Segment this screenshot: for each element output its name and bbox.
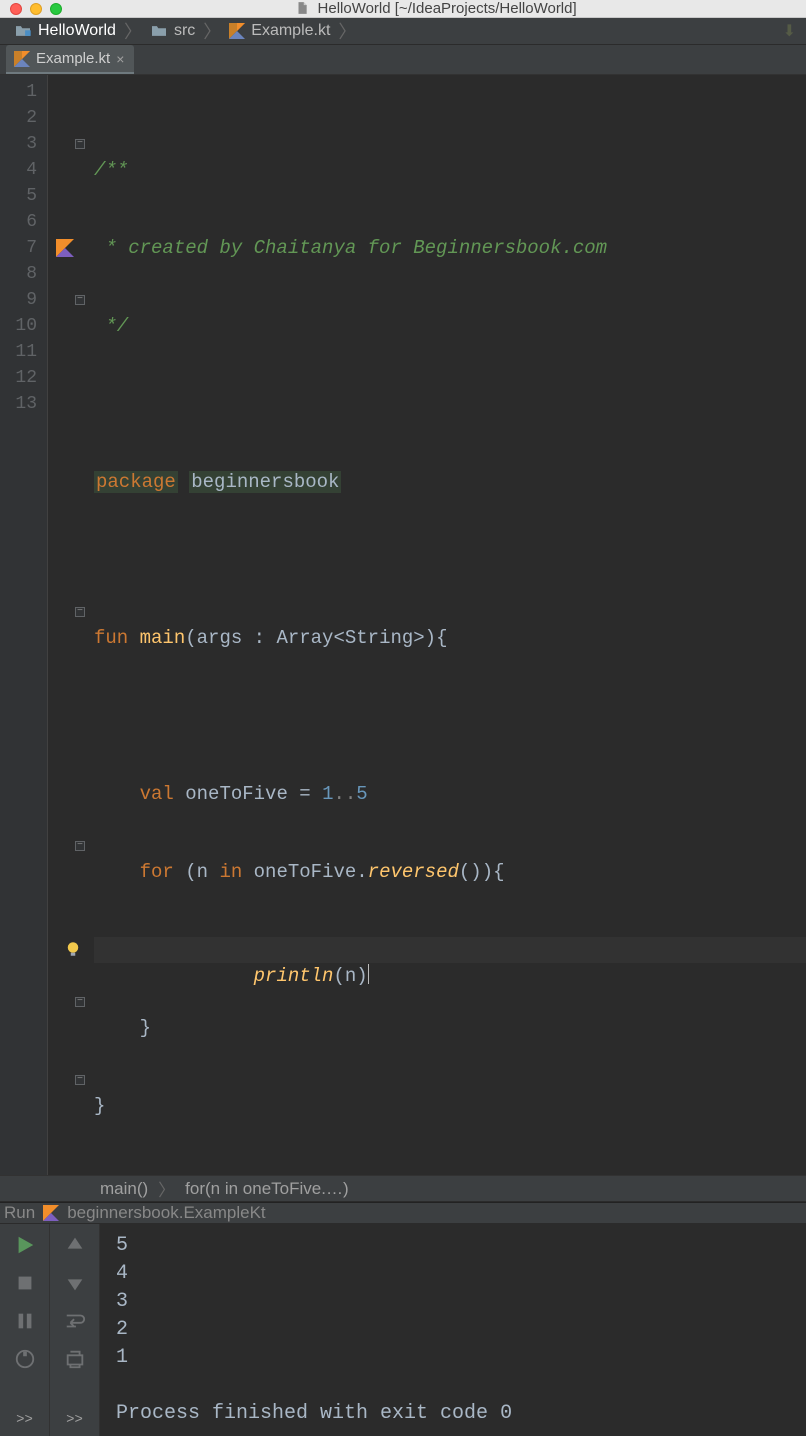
rerun-icon[interactable]	[14, 1234, 36, 1256]
fold-toggle-icon[interactable]: −	[75, 139, 85, 149]
scroll-up-icon[interactable]	[64, 1234, 86, 1256]
line-number: 3	[6, 131, 37, 157]
close-window-button[interactable]	[10, 3, 22, 15]
fold-toggle-icon[interactable]: −	[75, 607, 85, 617]
line-number: 2	[6, 105, 37, 131]
console-line: 1	[116, 1346, 128, 1369]
fold-end-icon[interactable]: −	[75, 997, 85, 1007]
line-number: 10	[6, 313, 37, 339]
code-line[interactable]: * created by Chaitanya for Beginnersbook…	[94, 235, 806, 261]
breadcrumb-file[interactable]: Example.kt	[225, 22, 334, 40]
code-line[interactable]: package beginnersbook	[94, 469, 806, 495]
code-line[interactable]: for (n in oneToFive.reversed()){	[94, 859, 806, 885]
navigation-breadcrumb: HelloWorld 〉 src 〉 Example.kt 〉 ⬇	[0, 18, 806, 45]
run-config-name: beginnersbook.ExampleKt	[67, 1203, 265, 1223]
code-line[interactable]: val oneToFive = 1..5	[94, 781, 806, 807]
run-toolbar-left: >>	[0, 1224, 50, 1436]
breadcrumb-file-label: Example.kt	[251, 22, 330, 40]
document-icon	[295, 1, 309, 15]
dump-threads-icon[interactable]	[14, 1348, 36, 1370]
line-number: 6	[6, 209, 37, 235]
kotlin-file-icon	[14, 51, 30, 67]
line-number: 7	[6, 235, 37, 261]
line-number: 12	[6, 365, 37, 391]
zoom-window-button[interactable]	[50, 3, 62, 15]
code-line[interactable]: /**	[94, 157, 806, 183]
code-editor[interactable]: 1 2 3 4 5 6 7 8 9 10 11 12 13 − − −	[0, 75, 806, 1175]
scroll-down-icon[interactable]	[64, 1272, 86, 1294]
breadcrumb-project-label: HelloWorld	[38, 22, 116, 40]
console-line: 5	[116, 1234, 128, 1257]
code-structure-breadcrumb: main() 〉 for(n in oneToFive.…)	[0, 1175, 806, 1202]
code-breadcrumb-item[interactable]: main()	[100, 1179, 148, 1199]
run-label: Run	[4, 1203, 35, 1223]
code-line[interactable]	[94, 547, 806, 573]
code-line[interactable]: */	[94, 313, 806, 339]
console-line: 4	[116, 1262, 128, 1285]
minimize-window-button[interactable]	[30, 3, 42, 15]
breadcrumb-separator-icon: 〉	[158, 1176, 175, 1201]
line-number: 9	[6, 287, 37, 313]
breadcrumb-folder[interactable]: src	[146, 22, 199, 40]
code-line[interactable]	[94, 391, 806, 417]
fold-end-icon[interactable]: −	[75, 295, 85, 305]
tab-example-kt[interactable]: Example.kt ×	[6, 45, 134, 74]
more-icon[interactable]: >>	[16, 1412, 33, 1428]
intention-bulb-icon[interactable]	[64, 940, 82, 958]
more-icon[interactable]: >>	[66, 1412, 83, 1428]
print-icon[interactable]	[64, 1348, 86, 1370]
window-title-text: HelloWorld [~/IdeaProjects/HelloWorld]	[318, 0, 577, 17]
code-line[interactable]: fun main(args : Array<String>){	[94, 625, 806, 651]
line-number: 4	[6, 157, 37, 183]
window-titlebar: HelloWorld [~/IdeaProjects/HelloWorld]	[0, 0, 806, 18]
traffic-lights	[10, 3, 62, 15]
soft-wrap-icon[interactable]	[64, 1310, 86, 1332]
code-line[interactable]: }	[94, 1015, 806, 1041]
line-number: 1	[6, 79, 37, 105]
line-number: 11	[6, 339, 37, 365]
code-line-current[interactable]: println(n)	[94, 937, 806, 963]
console-line: 3	[116, 1290, 128, 1313]
editor-gutter: 1 2 3 4 5 6 7 8 9 10 11 12 13	[0, 75, 48, 1175]
kotlin-run-config-icon	[43, 1205, 59, 1221]
editor-tabbar: Example.kt ×	[0, 45, 806, 75]
fold-toggle-icon[interactable]: −	[75, 841, 85, 851]
console-output[interactable]: 5 4 3 2 1 Process finished with exit cod…	[100, 1224, 806, 1436]
breadcrumb-separator-icon: 〉	[199, 18, 225, 44]
text-cursor	[368, 964, 369, 984]
close-tab-icon[interactable]: ×	[116, 51, 124, 67]
breadcrumb-right-indicator: ⬇	[783, 21, 796, 41]
breadcrumb-separator-icon: 〉	[334, 18, 360, 44]
console-line: 2	[116, 1318, 128, 1341]
folder-icon	[150, 24, 168, 38]
code-line[interactable]: }	[94, 1093, 806, 1119]
pause-icon[interactable]	[14, 1310, 36, 1332]
console-line: Process finished with exit code 0	[116, 1402, 512, 1425]
breadcrumb-separator-icon: 〉	[120, 18, 146, 44]
run-panel: >> >> 5 4 3 2 1 Process finished with ex…	[0, 1224, 806, 1436]
line-number: 5	[6, 183, 37, 209]
window-title: HelloWorld [~/IdeaProjects/HelloWorld]	[76, 0, 796, 17]
code-line[interactable]	[94, 703, 806, 729]
breadcrumb-project[interactable]: HelloWorld	[10, 22, 120, 40]
run-toolbar-right: >>	[50, 1224, 100, 1436]
code-area[interactable]: − − − − − − /** * created by Chaitanya f…	[48, 75, 806, 1175]
line-number: 13	[6, 391, 37, 417]
fold-end-icon[interactable]: −	[75, 1075, 85, 1085]
code-breadcrumb-item[interactable]: for(n in oneToFive.…)	[185, 1179, 348, 1199]
breadcrumb-folder-label: src	[174, 22, 195, 40]
project-folder-icon	[14, 24, 32, 38]
kotlin-file-icon	[229, 23, 245, 39]
fold-column: − − − − − −	[70, 79, 90, 1179]
tab-label: Example.kt	[36, 50, 110, 67]
stop-icon[interactable]	[14, 1272, 36, 1294]
run-tool-header: Run beginnersbook.ExampleKt	[0, 1202, 806, 1224]
line-number: 8	[6, 261, 37, 287]
